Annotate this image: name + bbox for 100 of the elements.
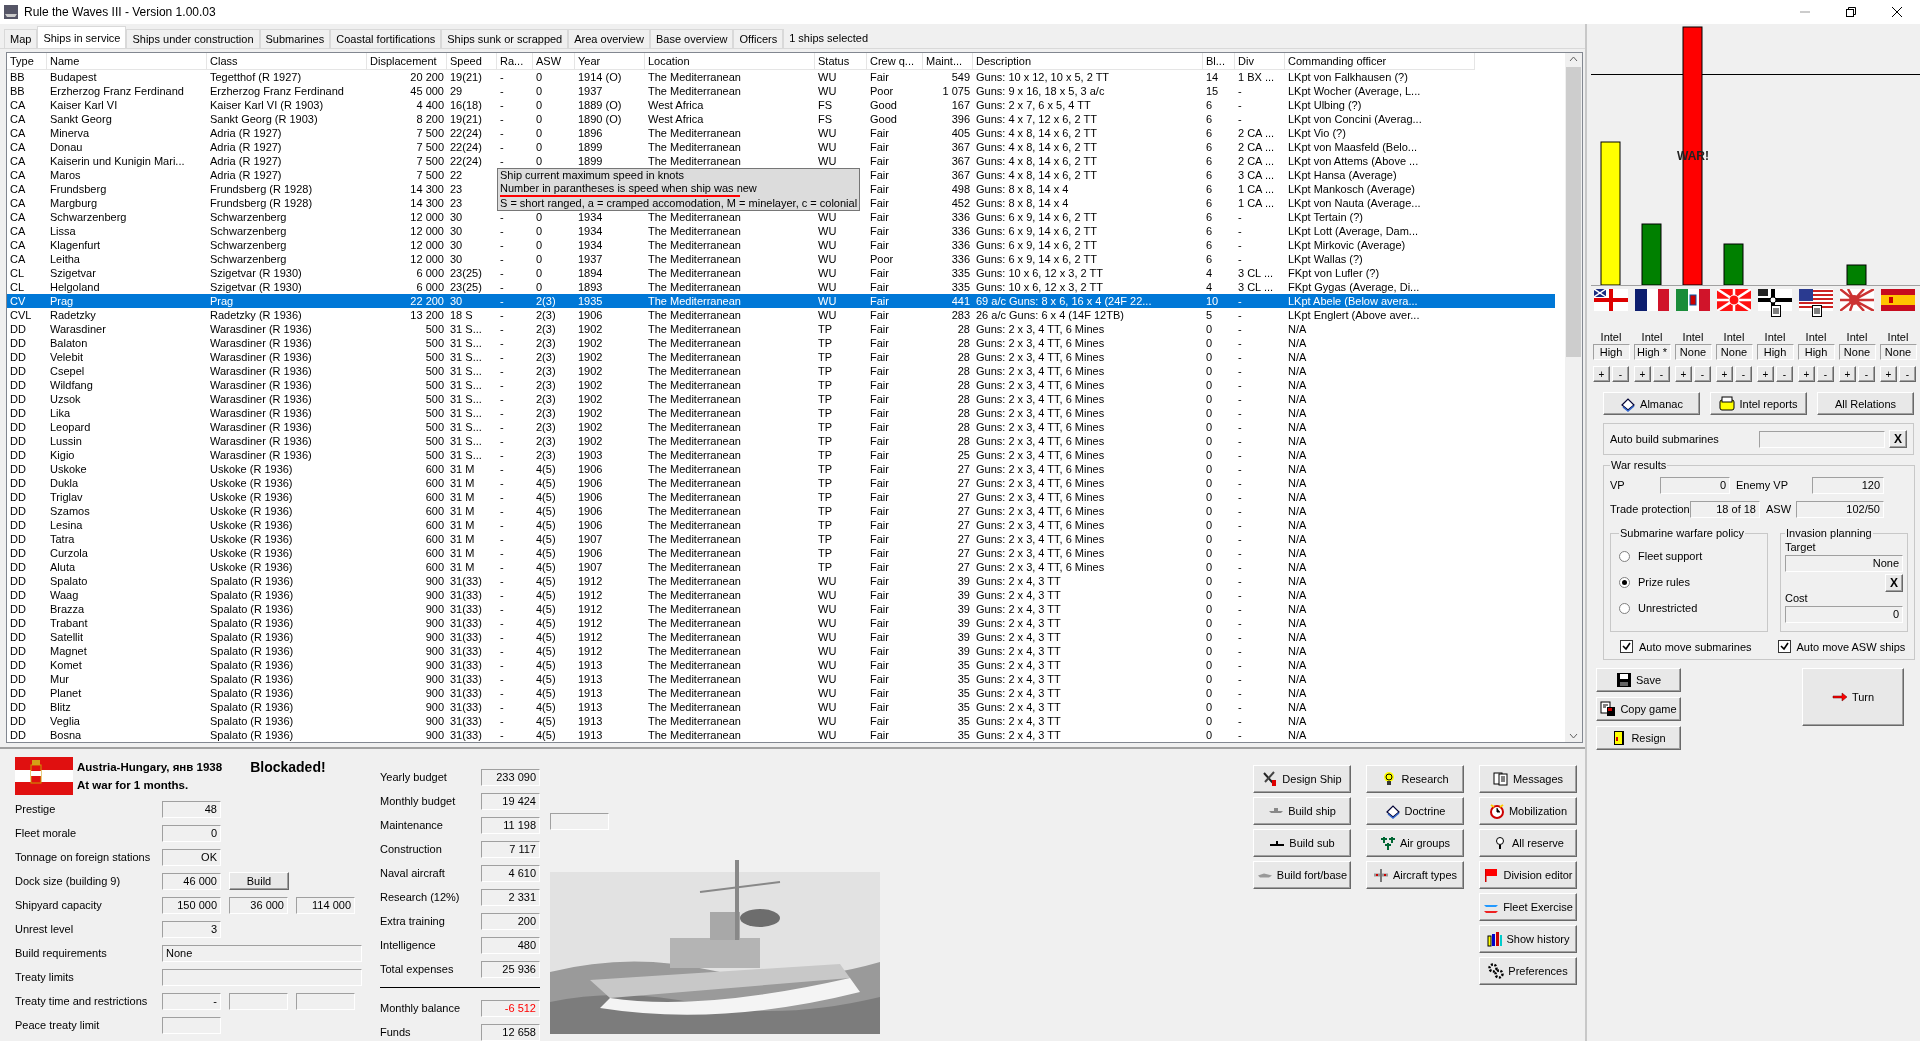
build-button[interactable]: Build: [229, 872, 289, 890]
table-row[interactable]: DD Uzsok Warasdiner (R 1936) 500 31 S... - 2(3) 1902 The Mediterranean TP Fair 28 Guns: 2 x 3, 4 TT, 6 Mines 0 - N/A: [7, 392, 1555, 406]
table-row[interactable]: DD Mur Spalato (R 1936) 900 31(33) - 4(5) 1913 The Mediterranean WU Fair 35 Guns: 2 x 4, 3 TT 0 - N/A: [7, 672, 1555, 686]
table-row[interactable]: CA Donau Adria (R 1927) 7 500 22(24) - 0 1899 The Mediterranean WU Fair 367 Guns: 4 x 8, 14 x 6, 2 TT 6 2 CA ... LKpt von Maasfeld (Belo...: [7, 140, 1555, 154]
scrollbar[interactable]: [1565, 53, 1582, 742]
table-row[interactable]: CA Sankt Georg Sankt Georg (R 1903) 8 200 19(21) - 0 1890 (O) West Africa FS Good 396 Guns: 4 x 7, 12 x 6, 2 TT 6 - LKpt von Concini (Averag...: [7, 112, 1555, 126]
table-row[interactable]: CA Schwarzenberg Schwarzenberg 12 000 30 - 0 1934 The Mediterranean WU Fair 336 Guns: 6 x 9, 14 x 6, 2 TT 6 - LKpt Tertain (?): [7, 210, 1555, 224]
restore-icon[interactable]: [1846, 7, 1856, 17]
decrease-button[interactable]: -: [1694, 366, 1711, 382]
table-row[interactable]: DD Komet Spalato (R 1936) 900 31(33) - 4(5) 1913 The Mediterranean WU Fair 35 Guns: 2 x 4, 3 TT 0 - N/A: [7, 658, 1555, 672]
action-button[interactable]: Design Ship: [1253, 765, 1351, 793]
action-button[interactable]: Doctrine: [1366, 797, 1464, 825]
tab[interactable]: Coastal fortifications: [330, 29, 442, 48]
decrease-button[interactable]: -: [1653, 366, 1670, 382]
table-row[interactable]: CA Minerva Adria (R 1927) 7 500 22(24) - 0 1896 The Mediterranean WU Fair 405 Guns: 4 x 8, 14 x 6, 2 TT 6 2 CA ... LKpt Vio (?): [7, 126, 1555, 140]
action-button[interactable]: Build ship: [1253, 797, 1351, 825]
checkbox[interactable]: [1620, 640, 1633, 653]
table-row[interactable]: DD Trabant Spalato (R 1936) 900 31(33) - 4(5) 1912 The Mediterranean WU Fair 39 Guns: 2 x 4, 3 TT 0 - N/A: [7, 616, 1555, 630]
action-button[interactable]: Messages: [1479, 765, 1577, 793]
action-button[interactable]: Research: [1366, 765, 1464, 793]
table-row[interactable]: DD Warasdiner Warasdiner (R 1936) 500 31 S... - 2(3) 1902 The Mediterranean TP Fair 28 Guns: 2 x 3, 4 TT, 6 Mines 0 - N/A: [7, 322, 1555, 336]
decrease-button[interactable]: -: [1817, 366, 1834, 382]
table-row[interactable]: DD Csepel Warasdiner (R 1936) 500 31 S... - 2(3) 1902 The Mediterranean TP Fair 28 Guns: 2 x 3, 4 TT, 6 Mines 0 - N/A: [7, 364, 1555, 378]
tab[interactable]: Map: [4, 29, 38, 48]
decrease-button[interactable]: -: [1899, 366, 1916, 382]
table-row[interactable]: DD Veglia Spalato (R 1936) 900 31(33) - 4(5) 1913 The Mediterranean WU Fair 35 Guns: 2 x 4, 3 TT 0 - N/A: [7, 714, 1555, 728]
checkbox[interactable]: [1777, 640, 1791, 653]
tab[interactable]: Ships under construction: [126, 29, 260, 48]
clear-button[interactable]: X: [1885, 574, 1903, 592]
action-button[interactable]: Mobilization: [1479, 797, 1577, 825]
table-row[interactable]: CA Kaiser Karl VI Kaiser Karl VI (R 1903) 4 400 16(18) - 0 1889 (O) West Africa FS Good 167 Guns: 2 x 7, 6 x 5, 4 TT 6 - LKpt Ulbing (?): [7, 98, 1555, 112]
radio-button[interactable]: [1619, 602, 1630, 614]
table-row[interactable]: DD Tatra Uskoke (R 1936) 600 31 M - 4(5) 1907 The Mediterranean TP Fair 27 Guns: 2 x 3, 4 TT, 6 Mines 0 - N/A: [7, 532, 1555, 546]
column-header[interactable]: Crew q...: [867, 53, 923, 70]
table-row[interactable]: DD Balaton Warasdiner (R 1936) 500 31 S... - 2(3) 1902 The Mediterranean TP Fair 28 Guns: 2 x 3, 4 TT, 6 Mines 0 - N/A: [7, 336, 1555, 350]
column-header[interactable]: Status: [815, 53, 867, 70]
table-row[interactable]: DD Velebit Warasdiner (R 1936) 500 31 S... - 2(3) 1902 The Mediterranean TP Fair 28 Guns: 2 x 3, 4 TT, 6 Mines 0 - N/A: [7, 350, 1555, 364]
table-row[interactable]: DD Lesina Uskoke (R 1936) 600 31 M - 4(5) 1906 The Mediterranean TP Fair 27 Guns: 2 x 3, 4 TT, 6 Mines 0 - N/A: [7, 518, 1555, 532]
column-header[interactable]: Ra...: [497, 53, 533, 70]
column-header[interactable]: Type: [7, 53, 47, 70]
action-button[interactable]: Air groups: [1366, 829, 1464, 857]
close-icon[interactable]: [1892, 7, 1902, 17]
tab[interactable]: Base overview: [649, 29, 734, 48]
action-button[interactable]: Preferences: [1479, 957, 1577, 985]
column-header[interactable]: Speed: [447, 53, 497, 70]
decrease-button[interactable]: -: [1858, 366, 1875, 382]
table-row[interactable]: CA Klagenfurt Schwarzenberg 12 000 30 - 0 1934 The Mediterranean WU Fair 336 Guns: 6 x 9, 14 x 6, 2 TT 6 - LKpt Mirkovic (Average): [7, 238, 1555, 252]
tab[interactable]: Officers: [733, 29, 784, 48]
table-row[interactable]: CL Szigetvar Szigetvar (R 1930) 6 000 23(25) - 0 1894 The Mediterranean WU Fair 335 Guns: 10 x 6, 12 x 3, 2 TT 4 3 CL ... FKpt von Lufler (?): [7, 266, 1555, 280]
table-row[interactable]: CA Kaiserin und Kunigin Mari... Adria (R 1927) 7 500 22(24) - 0 1899 The Mediterranean WU Fair 367 Guns: 4 x 8, 14 x 6, 2 TT 6 2 CA ... LKpt von Attems (Above ...: [7, 154, 1555, 168]
action-button[interactable]: Fleet Exercise: [1479, 893, 1577, 921]
table-row[interactable]: DD Uskoke Uskoke (R 1936) 600 31 M - 4(5) 1906 The Mediterranean TP Fair 27 Guns: 2 x 3, 4 TT, 6 Mines 0 - N/A: [7, 462, 1555, 476]
table-row[interactable]: DD Bosna Spalato (R 1936) 900 31(33) - 4(5) 1913 The Mediterranean WU Fair 35 Guns: 2 x 4, 3 TT 0 - N/A: [7, 728, 1555, 742]
decrease-button[interactable]: -: [1776, 366, 1793, 382]
turn-button[interactable]: Turn: [1802, 668, 1904, 726]
tab[interactable]: Submarines: [259, 29, 331, 48]
increase-button[interactable]: +: [1634, 366, 1651, 382]
column-header[interactable]: Class: [207, 53, 367, 70]
increase-button[interactable]: +: [1839, 366, 1856, 382]
action-button[interactable]: All reserve: [1479, 829, 1577, 857]
column-header[interactable]: Name: [47, 53, 207, 70]
table-row[interactable]: DD Blitz Spalato (R 1936) 900 31(33) - 4(5) 1913 The Mediterranean WU Fair 35 Guns: 2 x 4, 3 TT 0 - N/A: [7, 700, 1555, 714]
table-row[interactable]: DD Curzola Uskoke (R 1936) 600 31 M - 4(5) 1906 The Mediterranean TP Fair 27 Guns: 2 x 3, 4 TT, 6 Mines 0 - N/A: [7, 546, 1555, 560]
increase-button[interactable]: +: [1880, 366, 1897, 382]
column-header[interactable]: Location: [645, 53, 815, 70]
table-row[interactable]: CA Lissa Schwarzenberg 12 000 30 - 0 1934 The Mediterranean WU Fair 336 Guns: 6 x 9, 14 x 6, 2 TT 6 - LKpt Lott (Average, Dam...: [7, 224, 1555, 238]
table-row[interactable]: DD Waag Spalato (R 1936) 900 31(33) - 4(5) 1912 The Mediterranean WU Fair 39 Guns: 2 x 4, 3 TT 0 - N/A: [7, 588, 1555, 602]
action-button[interactable]: Division editor: [1479, 861, 1577, 889]
increase-button[interactable]: +: [1757, 366, 1774, 382]
table-row[interactable]: DD Magnet Spalato (R 1936) 900 31(33) - 4(5) 1912 The Mediterranean WU Fair 39 Guns: 2 x 4, 3 TT 0 - N/A: [7, 644, 1555, 658]
tab[interactable]: Ships in service: [37, 26, 127, 48]
table-row[interactable]: CA Leitha Schwarzenberg 12 000 30 - 0 1937 The Mediterranean WU Poor 336 Guns: 6 x 9, 14 x 6, 2 TT 6 - LKpt Wallas (?): [7, 252, 1555, 266]
radio-button[interactable]: [1619, 550, 1630, 562]
column-header[interactable]: Maint...: [923, 53, 973, 70]
table-row[interactable]: BB Budapest Tegetthof (R 1927) 20 200 19(21) - 0 1914 (O) The Mediterranean WU Fair 549 Guns: 10 x 12, 10 x 5, 2 TT 14 1 BX ... LKpt von Falkhausen (?): [7, 70, 1555, 84]
column-header[interactable]: Div: [1235, 53, 1285, 70]
decrease-button[interactable]: -: [1735, 366, 1752, 382]
game-button[interactable]: Copy game: [1596, 697, 1681, 721]
game-button[interactable]: Resign: [1596, 726, 1681, 750]
table-row[interactable]: BB Erzherzog Franz Ferdinand Erzherzog Franz Ferdinand 45 000 29 - 0 1937 The Mediterranean WU Poor 1 075 Guns: 9 x 16, 18 x 5, 3 a/c 15 - LKpt Wocher (Average, L...: [7, 84, 1555, 98]
increase-button[interactable]: +: [1798, 366, 1815, 382]
table-row[interactable]: DD Wildfang Warasdiner (R 1936) 500 31 S... - 2(3) 1902 The Mediterranean TP Fair 28 Guns: 2 x 3, 4 TT, 6 Mines 0 - N/A: [7, 378, 1555, 392]
table-row[interactable]: CV Prag Prag 22 200 30 - 2(3) 1935 The Mediterranean WU Fair 441 69 a/c Guns: 8 x 6, 16 x 4 (24F 22... 10 - LKpt Abele (Below avera...: [7, 294, 1555, 308]
increase-button[interactable]: +: [1593, 366, 1610, 382]
tab[interactable]: Ships sunk or scrapped: [441, 29, 569, 48]
table-row[interactable]: DD Kigio Warasdiner (R 1936) 500 31 S... - 2(3) 1903 The Mediterranean TP Fair 25 Guns: 2 x 3, 4 TT, 6 Mines 0 - N/A: [7, 448, 1555, 462]
relations-button[interactable]: All Relations: [1817, 392, 1914, 415]
table-row[interactable]: DD Brazza Spalato (R 1936) 900 31(33) - 4(5) 1912 The Mediterranean WU Fair 39 Guns: 2 x 4, 3 TT 0 - N/A: [7, 602, 1555, 616]
game-button[interactable]: Save: [1596, 668, 1681, 692]
relations-button[interactable]: Almanac: [1603, 392, 1700, 415]
clear-button[interactable]: X: [1889, 430, 1907, 448]
column-header[interactable]: Description: [973, 53, 1203, 70]
table-row[interactable]: DD Spalato Spalato (R 1936) 900 31(33) - 4(5) 1912 The Mediterranean WU Fair 39 Guns: 2 x 4, 3 TT 0 - N/A: [7, 574, 1555, 588]
scrollbar-thumb[interactable]: [1566, 67, 1581, 357]
column-header[interactable]: ASW: [533, 53, 575, 70]
action-button[interactable]: Aircraft types: [1366, 861, 1464, 889]
increase-button[interactable]: +: [1675, 366, 1692, 382]
decrease-button[interactable]: -: [1612, 366, 1629, 382]
table-row[interactable]: DD Triglav Uskoke (R 1936) 600 31 M - 4(5) 1906 The Mediterranean TP Fair 27 Guns: 2 x 3, 4 TT, 6 Mines 0 - N/A: [7, 490, 1555, 504]
table-row[interactable]: DD Szamos Uskoke (R 1936) 600 31 M - 4(5) 1906 The Mediterranean TP Fair 27 Guns: 2 x 3, 4 TT, 6 Mines 0 - N/A: [7, 504, 1555, 518]
